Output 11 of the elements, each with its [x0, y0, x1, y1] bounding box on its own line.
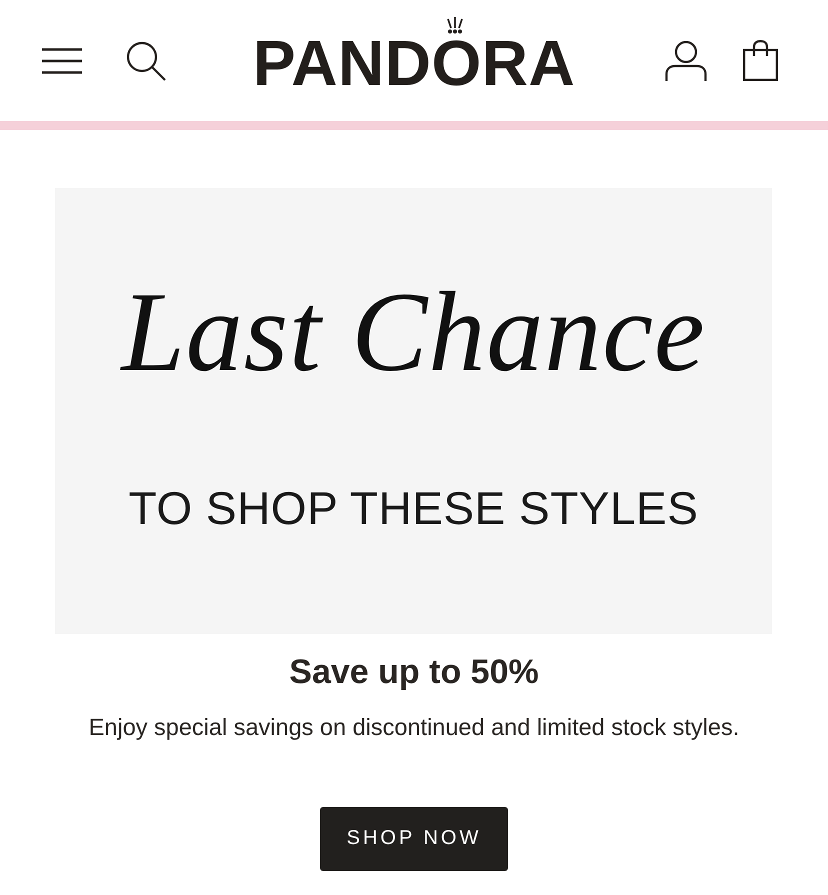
crown-icon [445, 16, 465, 34]
promo-description: Enjoy special savings on discontinued and limited stock styles. [88, 712, 740, 741]
user-icon[interactable] [665, 40, 707, 80]
menu-icon[interactable] [42, 48, 82, 74]
brand-logo[interactable]: PANDORA [252, 30, 576, 94]
banner-headline: Last Chance [121, 275, 706, 389]
banner-subheadline: TO SHOP THESE STYLES [128, 485, 698, 531]
search-icon[interactable] [126, 40, 166, 80]
shopping-bag-icon[interactable] [743, 40, 778, 81]
promo-title: Save up to 50% [289, 652, 539, 693]
shop-now-button[interactable]: SHOP NOW [320, 806, 508, 871]
